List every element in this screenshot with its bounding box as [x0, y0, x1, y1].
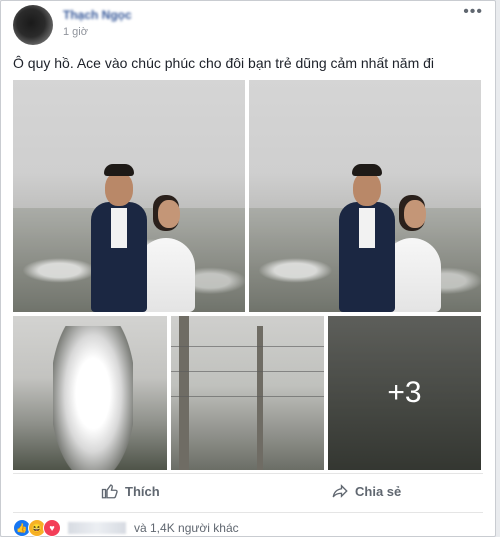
- post-time[interactable]: 1 giờ: [63, 26, 88, 38]
- share-label: Chia sẻ: [355, 483, 402, 499]
- share-button[interactable]: Chia sẻ: [331, 482, 401, 500]
- more-photos-count[interactable]: +3: [328, 316, 481, 470]
- photo-2[interactable]: [249, 80, 481, 312]
- photo-4[interactable]: [171, 316, 324, 470]
- reaction-summary[interactable]: 👍 😆 ♥ và 1,4K người khác: [13, 519, 239, 537]
- photo-1[interactable]: [13, 80, 245, 312]
- like-label: Thích: [125, 483, 160, 499]
- photo-3[interactable]: [13, 316, 167, 470]
- author-name[interactable]: Thạch Ngọc: [63, 8, 132, 22]
- avatar[interactable]: [13, 5, 53, 45]
- photo-5[interactable]: +3: [328, 316, 481, 470]
- like-button[interactable]: Thích: [101, 482, 160, 500]
- love-icon: ♥: [43, 519, 61, 537]
- more-options-icon[interactable]: •••: [463, 3, 483, 21]
- reactor-name-blurred: [68, 522, 126, 534]
- share-icon: [332, 484, 348, 498]
- reaction-count: và 1,4K người khác: [134, 521, 239, 535]
- thumbs-up-icon: [101, 484, 118, 499]
- post-caption: Ô quy hồ. Ace vào chúc phúc cho đôi bạn …: [13, 55, 435, 71]
- post-card: Thạch Ngọc 1 giờ ••• Ô quy hồ. Ace vào c…: [0, 0, 496, 537]
- action-bar: Thích Chia sẻ: [13, 473, 483, 513]
